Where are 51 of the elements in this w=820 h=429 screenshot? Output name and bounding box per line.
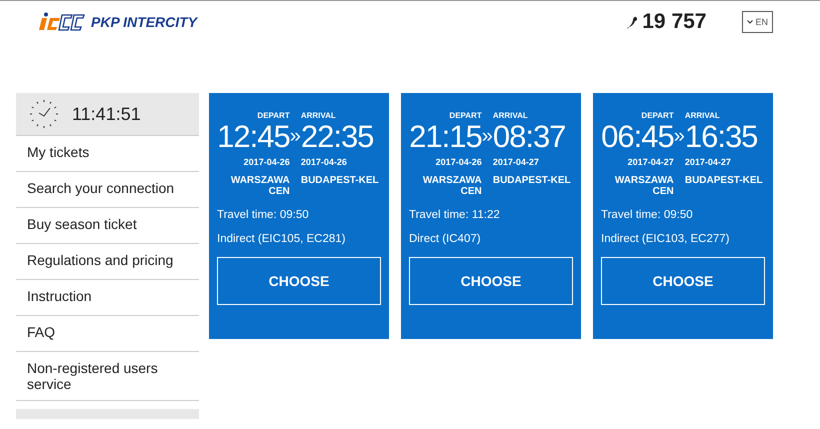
language-button[interactable]: EN — [742, 11, 773, 33]
separator: » — [674, 125, 685, 149]
arrival-time: 08:37 — [492, 120, 566, 154]
travel-time: Travel time: 09:50 — [601, 209, 694, 221]
separator: » — [482, 125, 493, 149]
clock-time: 11:41:51 — [72, 104, 141, 124]
sidebar-item[interactable]: Search your connection — [16, 172, 199, 208]
logo-icon — [38, 12, 88, 32]
arrival-label: ARRIVAL — [684, 111, 720, 120]
route-info: Direct (IC407) — [409, 233, 482, 245]
depart-date: 2017-04-26 — [244, 157, 290, 167]
separator: » — [290, 125, 301, 149]
depart-label: DEPART — [449, 111, 482, 120]
route-info: Indirect (EIC105, EC281) — [217, 233, 346, 245]
phone-number: 19 757 — [642, 10, 706, 34]
route-info: Indirect (EIC103, EC277) — [601, 233, 730, 245]
arrival-label: ARRIVAL — [300, 111, 336, 120]
choose-button[interactable]: CHOOSE — [409, 257, 573, 305]
arrival-label: ARRIVAL — [492, 111, 528, 120]
arrival-date: 2017-04-27 — [684, 157, 731, 167]
clock-icon — [28, 99, 60, 129]
depart-station: WARSZAWA CEN — [422, 175, 482, 197]
caret-icon — [747, 20, 754, 24]
sidebar-item[interactable]: Non-registered users service — [16, 352, 199, 401]
depart-station: WARSZAWA CEN — [614, 175, 674, 197]
arrival-station: BUDAPEST-KEL — [684, 175, 764, 186]
depart-date: 2017-04-26 — [436, 157, 482, 167]
arrival-date: 2017-04-27 — [492, 157, 539, 167]
sidebar-item[interactable]: Instruction — [16, 280, 199, 316]
arrival-station: BUDAPEST-KEL — [300, 175, 380, 186]
sidebar-item[interactable]: Regulations and pricing — [16, 244, 199, 280]
arrival-date: 2017-04-26 — [300, 157, 347, 167]
phone-icon — [627, 16, 638, 28]
depart-time: 06:45 — [601, 120, 674, 154]
depart-label: DEPART — [641, 111, 674, 120]
depart-time: 12:45 — [217, 120, 290, 154]
arrival-time: 22:35 — [300, 120, 374, 154]
depart-label: DEPART — [257, 111, 290, 120]
brand-name: PKP INTERCITY — [91, 14, 198, 30]
travel-time: Travel time: 11:22 — [409, 209, 501, 221]
depart-station: WARSZAWA CEN — [230, 175, 290, 197]
arrival-station: BUDAPEST-KEL — [492, 175, 572, 186]
sidebar-item[interactable]: FAQ — [16, 316, 199, 352]
travel-time: Travel time: 09:50 — [217, 209, 310, 221]
sidebar-item[interactable]: Buy season ticket — [16, 208, 199, 244]
depart-time: 21:15 — [409, 120, 482, 154]
depart-date: 2017-04-27 — [628, 157, 674, 167]
choose-button[interactable]: CHOOSE — [601, 257, 765, 305]
choose-button[interactable]: CHOOSE — [217, 257, 381, 305]
arrival-time: 16:35 — [684, 120, 758, 154]
sidebar-item[interactable]: My tickets — [16, 136, 199, 172]
